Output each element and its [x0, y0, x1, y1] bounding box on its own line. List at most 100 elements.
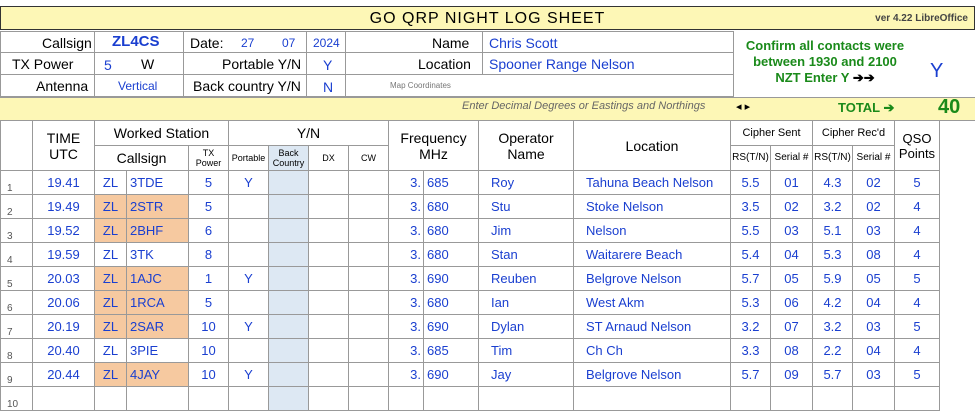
cw-cell[interactable]: [348, 242, 389, 267]
callsign-cell[interactable]: 1AJC: [126, 266, 189, 291]
rs-sent-cell[interactable]: [730, 386, 771, 411]
portable-cell[interactable]: [228, 242, 269, 267]
frequency-mhz-cell[interactable]: 3.: [388, 170, 424, 195]
location-cell[interactable]: Tahuna Beach Nelson: [573, 170, 731, 195]
rs-sent-cell[interactable]: 3.5: [730, 194, 771, 219]
portable-cell[interactable]: [228, 290, 269, 315]
frequency-mhz-cell[interactable]: 3.: [388, 362, 424, 387]
serial-recd-cell[interactable]: 05: [852, 266, 895, 291]
rs-recd-cell[interactable]: [812, 386, 853, 411]
serial-recd-cell[interactable]: 03: [852, 218, 895, 243]
rs-sent-cell[interactable]: 5.5: [730, 218, 771, 243]
frequency-mhz-cell[interactable]: 3.: [388, 266, 424, 291]
frequency-mhz-cell[interactable]: 3.: [388, 338, 424, 363]
tx-power-cell[interactable]: 10: [188, 314, 229, 339]
portable-cell[interactable]: [228, 194, 269, 219]
location-cell[interactable]: Stoke Nelson: [573, 194, 731, 219]
frequency-khz-cell[interactable]: 680: [423, 218, 479, 243]
serial-recd-cell[interactable]: [852, 386, 895, 411]
back-country-cell[interactable]: [268, 338, 309, 363]
serial-recd-cell[interactable]: 08: [852, 242, 895, 267]
time-cell[interactable]: [32, 386, 95, 411]
callsign-prefix-cell[interactable]: ZL: [94, 338, 127, 363]
callsign-cell[interactable]: [126, 386, 189, 411]
rs-sent-cell[interactable]: 5.7: [730, 362, 771, 387]
frequency-mhz-cell[interactable]: 3.: [388, 194, 424, 219]
time-cell[interactable]: 20.44: [32, 362, 95, 387]
serial-sent-cell[interactable]: 06: [770, 290, 813, 315]
back-country-cell[interactable]: [268, 242, 309, 267]
callsign-prefix-cell[interactable]: ZL: [94, 290, 127, 315]
serial-recd-cell[interactable]: 03: [852, 362, 895, 387]
serial-sent-cell[interactable]: 01: [770, 170, 813, 195]
frequency-khz-cell[interactable]: [423, 386, 479, 411]
portable-cell[interactable]: [228, 338, 269, 363]
rs-sent-cell[interactable]: 3.3: [730, 338, 771, 363]
callsign-prefix-cell[interactable]: ZL: [94, 242, 127, 267]
date-year-field[interactable]: 2024: [313, 36, 340, 50]
rs-sent-cell[interactable]: 5.7: [730, 266, 771, 291]
tx-power-cell[interactable]: 10: [188, 338, 229, 363]
serial-recd-cell[interactable]: 04: [852, 338, 895, 363]
frequency-khz-cell[interactable]: 690: [423, 314, 479, 339]
dx-cell[interactable]: [308, 218, 349, 243]
name-field[interactable]: Chris Scott: [489, 35, 557, 51]
location-field[interactable]: Spooner Range Nelson: [489, 56, 635, 72]
back-country-cell[interactable]: [268, 362, 309, 387]
frequency-khz-cell[interactable]: 680: [423, 290, 479, 315]
portable-cell[interactable]: Y: [228, 314, 269, 339]
serial-sent-cell[interactable]: 09: [770, 362, 813, 387]
operator-cell[interactable]: Ian: [478, 290, 574, 315]
location-cell[interactable]: Waitarere Beach: [573, 242, 731, 267]
tx-power-cell[interactable]: 5: [188, 170, 229, 195]
serial-sent-cell[interactable]: 04: [770, 242, 813, 267]
callsign-prefix-cell[interactable]: ZL: [94, 266, 127, 291]
dx-cell[interactable]: [308, 290, 349, 315]
frequency-mhz-cell[interactable]: 3.: [388, 218, 424, 243]
antenna-field[interactable]: Vertical: [118, 79, 157, 93]
serial-sent-cell[interactable]: 02: [770, 194, 813, 219]
date-day-field[interactable]: 27: [241, 36, 254, 50]
cw-cell[interactable]: [348, 218, 389, 243]
serial-sent-cell[interactable]: 08: [770, 338, 813, 363]
back-country-cell[interactable]: [268, 266, 309, 291]
frequency-khz-cell[interactable]: 690: [423, 266, 479, 291]
operator-cell[interactable]: [478, 386, 574, 411]
rs-recd-cell[interactable]: 2.2: [812, 338, 853, 363]
confirm-answer-field[interactable]: Y: [930, 60, 943, 83]
callsign-field[interactable]: ZL4CS: [112, 33, 160, 50]
callsign-cell[interactable]: 4JAY: [126, 362, 189, 387]
tx-power-cell[interactable]: 8: [188, 242, 229, 267]
frequency-khz-cell[interactable]: 680: [423, 194, 479, 219]
callsign-prefix-cell[interactable]: ZL: [94, 314, 127, 339]
rs-recd-cell[interactable]: 3.2: [812, 314, 853, 339]
operator-cell[interactable]: Stu: [478, 194, 574, 219]
serial-recd-cell[interactable]: 04: [852, 290, 895, 315]
dx-cell[interactable]: [308, 242, 349, 267]
callsign-cell[interactable]: 3TK: [126, 242, 189, 267]
callsign-prefix-cell[interactable]: ZL: [94, 218, 127, 243]
rs-recd-cell[interactable]: 5.3: [812, 242, 853, 267]
location-cell[interactable]: West Akm: [573, 290, 731, 315]
time-cell[interactable]: 20.06: [32, 290, 95, 315]
callsign-cell[interactable]: 2STR: [126, 194, 189, 219]
dx-cell[interactable]: [308, 194, 349, 219]
rs-sent-cell[interactable]: 5.3: [730, 290, 771, 315]
operator-cell[interactable]: Stan: [478, 242, 574, 267]
cw-cell[interactable]: [348, 338, 389, 363]
cw-cell[interactable]: [348, 170, 389, 195]
time-cell[interactable]: 19.52: [32, 218, 95, 243]
time-cell[interactable]: 19.49: [32, 194, 95, 219]
backcountry-field[interactable]: N: [323, 79, 333, 95]
serial-recd-cell[interactable]: 02: [852, 170, 895, 195]
dx-cell[interactable]: [308, 362, 349, 387]
serial-recd-cell[interactable]: 03: [852, 314, 895, 339]
cw-cell[interactable]: [348, 314, 389, 339]
back-country-cell[interactable]: [268, 386, 309, 411]
portable-field[interactable]: Y: [323, 57, 332, 73]
portable-cell[interactable]: Y: [228, 266, 269, 291]
time-cell[interactable]: 20.40: [32, 338, 95, 363]
serial-sent-cell[interactable]: 03: [770, 218, 813, 243]
tx-power-cell[interactable]: 10: [188, 362, 229, 387]
serial-sent-cell[interactable]: 07: [770, 314, 813, 339]
